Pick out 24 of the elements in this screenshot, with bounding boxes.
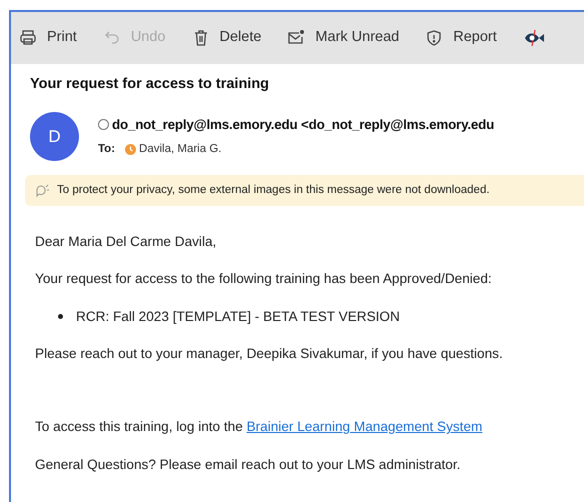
unread-button[interactable]: Mark Unread [287,27,400,49]
body-text: To access this training, log into the Brainier Learning Management System [35,418,484,436]
bullet-icon [58,314,63,320]
clock-icon [125,144,136,155]
recipient-name: Davila, Maria G. [139,142,222,157]
body-text: Please reach out to your manager, Deepika Sivakumar, if you have questions. [35,344,504,363]
body-text: Dear Maria Del Carme Davila, [35,232,218,251]
phish-button[interactable] [522,29,545,47]
print-button[interactable]: Print [19,27,77,49]
privacy-notice: To protect your privacy, some external images in this message were not downloaded. [57,182,490,198]
lms-link[interactable]: Brainier Learning Management System [246,419,482,434]
email-subject: Your request for access to training [30,75,270,94]
sender-address: do_not_reply@lms.emory.edu <do_not_reply@lms.emory.edu [112,116,494,134]
printer-icon [19,29,37,47]
sender-avatar: D [30,112,79,161]
to-label: To: [98,142,116,157]
speech-icon [35,184,49,197]
training-name: RCR: Fall 2023 [TEMPLATE] - BETA TEST VERSION [76,308,400,326]
delete-button[interactable]: Delete [192,27,262,49]
shield-icon [425,29,444,47]
report-button[interactable]: Report [425,27,497,49]
body-text: General Questions? Please email reach out to your LMS administrator. [35,456,462,474]
fish-icon [522,29,545,47]
body-text: Your request for access to the following training has been Approved/Denied: [35,270,493,288]
